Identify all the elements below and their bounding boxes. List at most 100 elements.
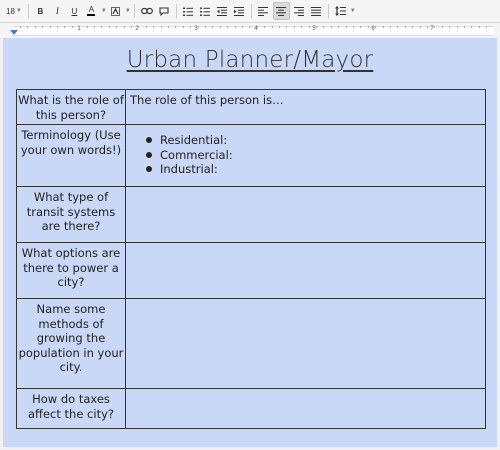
- align-left-icon: [258, 6, 269, 16]
- table-row: What options are there to power a city?: [16, 242, 486, 299]
- ruler-tick: [138, 26, 139, 28]
- link-button[interactable]: [139, 3, 155, 19]
- ruler-tick: [368, 26, 369, 28]
- ruler-tick: [175, 26, 176, 28]
- toolbar-divider: [250, 4, 252, 18]
- ruler-tick: [190, 26, 191, 28]
- justify-button[interactable]: [309, 3, 324, 19]
- font-size-value: 18: [6, 6, 15, 16]
- ruler-tick: [434, 26, 435, 28]
- ruler-tick: [198, 26, 199, 28]
- line-spacing-icon: [334, 6, 346, 16]
- ruler-tick: [353, 26, 354, 28]
- answer-cell[interactable]: The role of this person is…: [125, 89, 486, 125]
- ruler-tick: [131, 26, 132, 28]
- question-cell[interactable]: Terminology (Use your own words!): [16, 124, 126, 187]
- ruler-tick: [72, 26, 73, 28]
- ruler-tick: [146, 26, 147, 28]
- list-item: Residential:: [146, 133, 481, 148]
- table-row: What type of transit systems are there?: [16, 186, 486, 243]
- align-center-button[interactable]: [272, 2, 290, 20]
- question-cell[interactable]: How do taxes affect the city?: [16, 388, 126, 429]
- ruler-tick: [183, 26, 184, 28]
- chevron-down-icon[interactable]: ▼: [350, 8, 356, 14]
- toolbar-divider: [175, 4, 177, 18]
- line-spacing-button[interactable]: [333, 3, 348, 19]
- font-size-dropdown[interactable]: 18 ▼: [4, 3, 24, 19]
- terminology-list: Residential: Commercial: Industrial:: [130, 133, 481, 177]
- ruler-tick: [264, 26, 265, 28]
- ruler-tick: [375, 26, 376, 28]
- ruler-tick: [442, 26, 443, 28]
- bulleted-list-button[interactable]: [198, 3, 213, 19]
- align-right-button[interactable]: [292, 3, 307, 19]
- toolbar-divider: [327, 4, 329, 18]
- ruler-tick: [109, 26, 110, 28]
- ruler-tick: [427, 26, 428, 28]
- document-page[interactable]: Urban Planner/Mayor What is the role of …: [3, 38, 497, 447]
- list-item: Commercial:: [146, 148, 481, 163]
- italic-button[interactable]: I: [50, 3, 65, 19]
- indent-marker[interactable]: [10, 30, 18, 35]
- ruler-tick: [272, 26, 273, 28]
- ruler-tick: [161, 26, 162, 28]
- ruler-tick: [346, 26, 347, 28]
- highlight-icon: [110, 6, 120, 16]
- ruler-tick: [220, 26, 221, 28]
- list-item: Industrial:: [146, 162, 481, 177]
- bold-button[interactable]: B: [33, 3, 48, 19]
- toolbar-divider: [27, 4, 29, 18]
- numbered-list-button[interactable]: [181, 3, 196, 19]
- ruler-tick: [331, 26, 332, 28]
- link-icon: [140, 7, 153, 15]
- answer-cell[interactable]: Residential: Commercial: Industrial:: [125, 124, 486, 187]
- ruler-tick: [405, 26, 406, 28]
- ruler-tick: [79, 26, 80, 28]
- ruler-tick: [360, 26, 361, 28]
- table-row: Name some methods of growing the populat…: [16, 298, 486, 389]
- ruler-tick: [35, 26, 36, 28]
- comment-button[interactable]: [157, 3, 172, 19]
- bulleted-list-icon: [200, 6, 211, 16]
- comment-icon: [159, 6, 169, 16]
- answer-cell[interactable]: [125, 186, 486, 243]
- ruler-tick: [323, 26, 324, 28]
- decrease-indent-button[interactable]: [215, 3, 230, 19]
- ruler-tick: [412, 26, 413, 28]
- ruler-tick: [116, 26, 117, 28]
- answer-cell[interactable]: [125, 242, 486, 299]
- underline-button[interactable]: U: [67, 3, 82, 19]
- chevron-down-icon[interactable]: ▼: [125, 8, 131, 14]
- ruler-tick: [242, 26, 243, 28]
- ruler-tick: [124, 26, 125, 28]
- ruler-tick: [286, 26, 287, 28]
- horizontal-ruler[interactable]: 1 2 3 4 5 6 7: [0, 23, 500, 37]
- question-cell[interactable]: What type of transit systems are there?: [16, 186, 126, 243]
- ruler-tick: [168, 26, 169, 28]
- increase-indent-icon: [234, 6, 245, 16]
- ruler-tick: [479, 26, 480, 28]
- chevron-down-icon: ▼: [15, 8, 22, 14]
- question-cell[interactable]: What options are there to power a city?: [16, 242, 126, 299]
- ruler-tick: [257, 26, 258, 28]
- highlight-color-button[interactable]: [108, 3, 123, 19]
- question-cell[interactable]: Name some methods of growing the populat…: [16, 298, 126, 389]
- toolbar-divider: [133, 4, 135, 18]
- ruler-tick: [457, 26, 458, 28]
- question-cell[interactable]: What is the role of this person?: [16, 89, 126, 125]
- chevron-down-icon[interactable]: ▼: [101, 8, 107, 14]
- answer-cell[interactable]: [125, 388, 486, 429]
- ruler-tick: [309, 26, 310, 28]
- justify-icon: [311, 6, 322, 16]
- ruler-tick: [50, 26, 51, 28]
- ruler-tick: [94, 26, 95, 28]
- increase-indent-button[interactable]: [232, 3, 247, 19]
- ruler-tick: [153, 26, 154, 28]
- text-color-button[interactable]: A: [84, 3, 99, 19]
- align-left-button[interactable]: [256, 3, 271, 19]
- ruler-tick: [338, 26, 339, 28]
- answer-cell[interactable]: [125, 298, 486, 389]
- ruler-tick: [464, 26, 465, 28]
- ruler-tick: [205, 26, 206, 28]
- planner-table: What is the role of this person? The rol…: [16, 89, 486, 429]
